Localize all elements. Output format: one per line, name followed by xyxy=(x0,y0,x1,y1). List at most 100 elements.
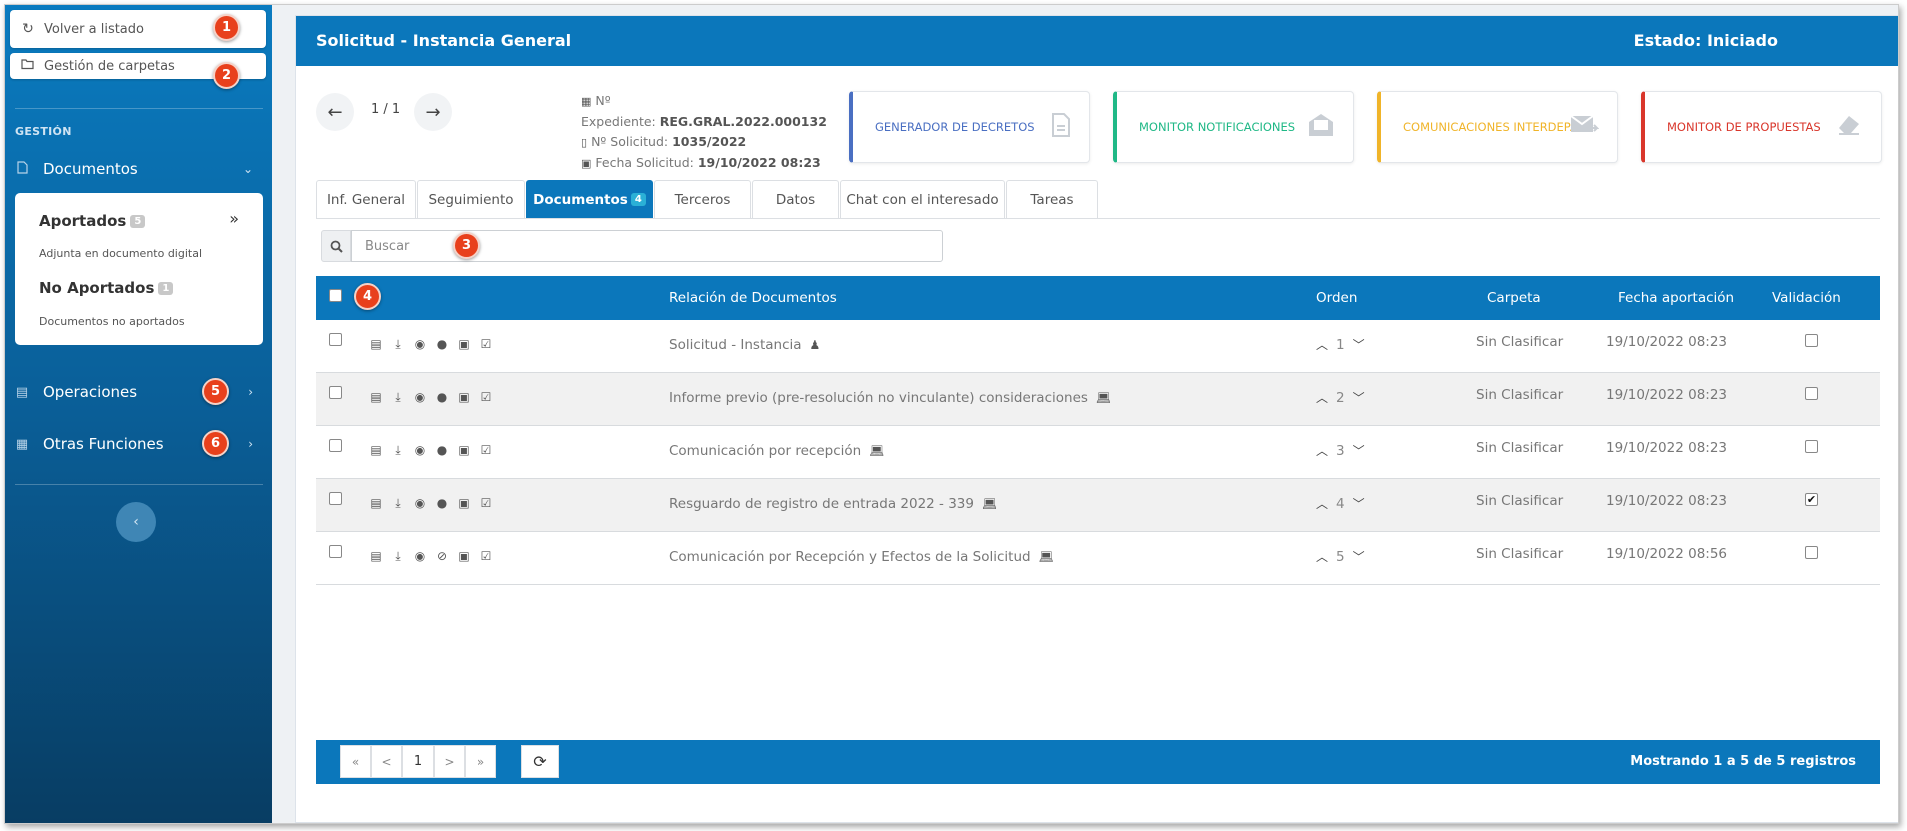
fecha-value: 19/10/2022 08:23 xyxy=(697,155,821,170)
tab-seguimiento[interactable]: Seguimiento xyxy=(417,180,525,218)
select-all-checkbox[interactable] xyxy=(329,289,342,302)
current-page-button[interactable]: 1 xyxy=(402,745,434,778)
column-header-carpeta[interactable]: Carpeta xyxy=(1487,290,1541,306)
document-name[interactable]: Informe previo (pre-resolución no vincul… xyxy=(669,390,1111,406)
download-icon[interactable]: ⤓ xyxy=(390,549,406,564)
download-icon[interactable]: ⤓ xyxy=(390,337,406,352)
chevron-down-icon[interactable]: ﹀ xyxy=(1353,548,1365,565)
user-icon[interactable]: ● xyxy=(434,390,450,405)
document-icon xyxy=(1051,112,1071,144)
validation-checkbox[interactable] xyxy=(1805,546,1818,559)
row-checkbox[interactable] xyxy=(329,386,342,399)
card-label: COMUNICACIONES INTERDEP. xyxy=(1403,120,1573,134)
document-name[interactable]: Comunicación por recepción 💻︎ xyxy=(669,443,884,459)
row-checkbox[interactable] xyxy=(329,333,342,346)
validation-checkbox[interactable] xyxy=(1805,387,1818,400)
row-checkbox[interactable] xyxy=(329,439,342,452)
validation-checkbox[interactable] xyxy=(1805,440,1818,453)
first-page-button[interactable]: « xyxy=(340,745,371,778)
check-square-icon[interactable]: ☑ xyxy=(478,549,494,564)
tab-tareas[interactable]: Tareas xyxy=(1006,180,1098,218)
download-icon[interactable]: ⤓ xyxy=(390,390,406,405)
user-icon[interactable]: ● xyxy=(434,337,450,352)
chevron-up-icon[interactable]: ︿ xyxy=(1316,495,1328,512)
validation-checkbox[interactable] xyxy=(1805,334,1818,347)
chevron-down-icon[interactable]: ﹀ xyxy=(1353,336,1365,353)
file-icon[interactable]: ▤ xyxy=(368,390,384,405)
tab-terceros[interactable]: Terceros xyxy=(654,180,751,218)
prev-page-button[interactable]: < xyxy=(371,745,402,778)
chevron-left-icon: ‹ xyxy=(133,514,139,530)
file-icon[interactable]: ▤ xyxy=(368,337,384,352)
validation-checkbox-checked[interactable]: ✔ xyxy=(1805,493,1818,506)
calendar-icon: ▣ xyxy=(581,157,592,170)
folder-plus-icon[interactable]: ▣ xyxy=(456,390,472,405)
no-aportados-count-badge: 1 xyxy=(158,282,174,295)
card-generador-decretos[interactable]: GENERADOR DE DECRETOS xyxy=(849,91,1090,163)
card-comunicaciones-interdep[interactable]: COMUNICACIONES INTERDEP. xyxy=(1377,91,1618,163)
chevron-down-icon[interactable]: ﹀ xyxy=(1353,442,1365,459)
document-name[interactable]: Solicitud - Instancia ♟ xyxy=(669,337,820,353)
eye-icon[interactable]: ◉ xyxy=(412,390,428,405)
file-icon[interactable]: ▤ xyxy=(368,443,384,458)
eye-icon[interactable]: ◉ xyxy=(412,337,428,352)
folder-plus-icon[interactable]: ▣ xyxy=(456,443,472,458)
document-name[interactable]: Comunicación por Recepción y Efectos de … xyxy=(669,549,1054,565)
submenu-item-no-aportados[interactable]: No Aportados 1 xyxy=(39,279,174,297)
next-page-button[interactable]: > xyxy=(434,745,465,778)
folder-plus-icon[interactable]: ▣ xyxy=(456,337,472,352)
next-record-button[interactable]: → xyxy=(414,93,452,131)
refresh-icon: ⟳ xyxy=(533,752,547,771)
user-slash-icon[interactable]: ⊘ xyxy=(434,549,450,564)
download-icon[interactable]: ⤓ xyxy=(390,496,406,511)
user-icon[interactable]: ● xyxy=(434,443,450,458)
reload-button[interactable]: ⟳ xyxy=(521,745,559,778)
sidebar-item-documentos[interactable]: Documentos ⌄ xyxy=(15,152,263,186)
chevron-up-icon[interactable]: ︿ xyxy=(1316,336,1328,353)
document-name[interactable]: Resguardo de registro de entrada 2022 - … xyxy=(669,496,997,512)
chevron-up-icon[interactable]: ︿ xyxy=(1316,548,1328,565)
card-monitor-propuestas[interactable]: MONITOR DE PROPUESTAS xyxy=(1641,91,1882,163)
tab-datos[interactable]: Datos xyxy=(752,180,839,218)
check-square-icon[interactable]: ☑ xyxy=(478,390,494,405)
submenu-item-aportados[interactable]: Aportados 5 xyxy=(39,212,146,230)
tab-documentos[interactable]: Documentos 4 xyxy=(526,180,653,218)
download-icon[interactable]: ⤓ xyxy=(390,443,406,458)
laptop-icon: 💻︎ xyxy=(869,444,885,458)
search-input[interactable] xyxy=(351,230,943,262)
folder-plus-icon[interactable]: ▣ xyxy=(456,496,472,511)
chevron-down-icon[interactable]: ﹀ xyxy=(1353,495,1365,512)
double-chevron-right-icon[interactable]: » xyxy=(229,209,239,228)
tab-chat[interactable]: Chat con el interesado xyxy=(840,180,1005,218)
chevron-up-icon[interactable]: ︿ xyxy=(1316,389,1328,406)
card-monitor-notificaciones[interactable]: MONITOR NOTIFICACIONES xyxy=(1113,91,1354,163)
check-square-icon[interactable]: ☑ xyxy=(478,496,494,511)
chevron-up-icon[interactable]: ︿ xyxy=(1316,442,1328,459)
eye-icon[interactable]: ◉ xyxy=(412,496,428,511)
row-actions: ▤ ⤓ ◉ ● ▣ ☑ xyxy=(368,496,494,511)
user-icon[interactable]: ● xyxy=(434,496,450,511)
order-control: ︿ 2 ﹀ xyxy=(1316,389,1365,406)
column-header-orden[interactable]: Orden xyxy=(1316,290,1357,306)
column-header-validacion[interactable]: Validación xyxy=(1772,290,1841,306)
row-checkbox[interactable] xyxy=(329,492,342,505)
card-label: GENERADOR DE DECRETOS xyxy=(875,120,1035,134)
eye-icon[interactable]: ◉ xyxy=(412,443,428,458)
check-square-icon[interactable]: ☑ xyxy=(478,443,494,458)
column-header-fecha[interactable]: Fecha aportación xyxy=(1618,290,1734,306)
folder-plus-icon[interactable]: ▣ xyxy=(456,549,472,564)
tab-inf-general[interactable]: Inf. General xyxy=(316,180,416,218)
last-page-button[interactable]: » xyxy=(465,745,496,778)
eye-icon[interactable]: ◉ xyxy=(412,549,428,564)
check-square-icon[interactable]: ☑ xyxy=(478,337,494,352)
collapse-sidebar-button[interactable]: ‹ xyxy=(116,502,156,542)
book-icon: ▤ xyxy=(15,384,29,400)
order-control: ︿ 3 ﹀ xyxy=(1316,442,1365,459)
file-icon[interactable]: ▤ xyxy=(368,549,384,564)
order-value: 4 xyxy=(1336,495,1345,512)
row-checkbox[interactable] xyxy=(329,545,342,558)
prev-record-button[interactable]: ← xyxy=(316,93,354,131)
file-icon[interactable]: ▤ xyxy=(368,496,384,511)
chevron-down-icon[interactable]: ﹀ xyxy=(1353,389,1365,406)
column-header-relacion[interactable]: Relación de Documentos xyxy=(669,290,837,306)
